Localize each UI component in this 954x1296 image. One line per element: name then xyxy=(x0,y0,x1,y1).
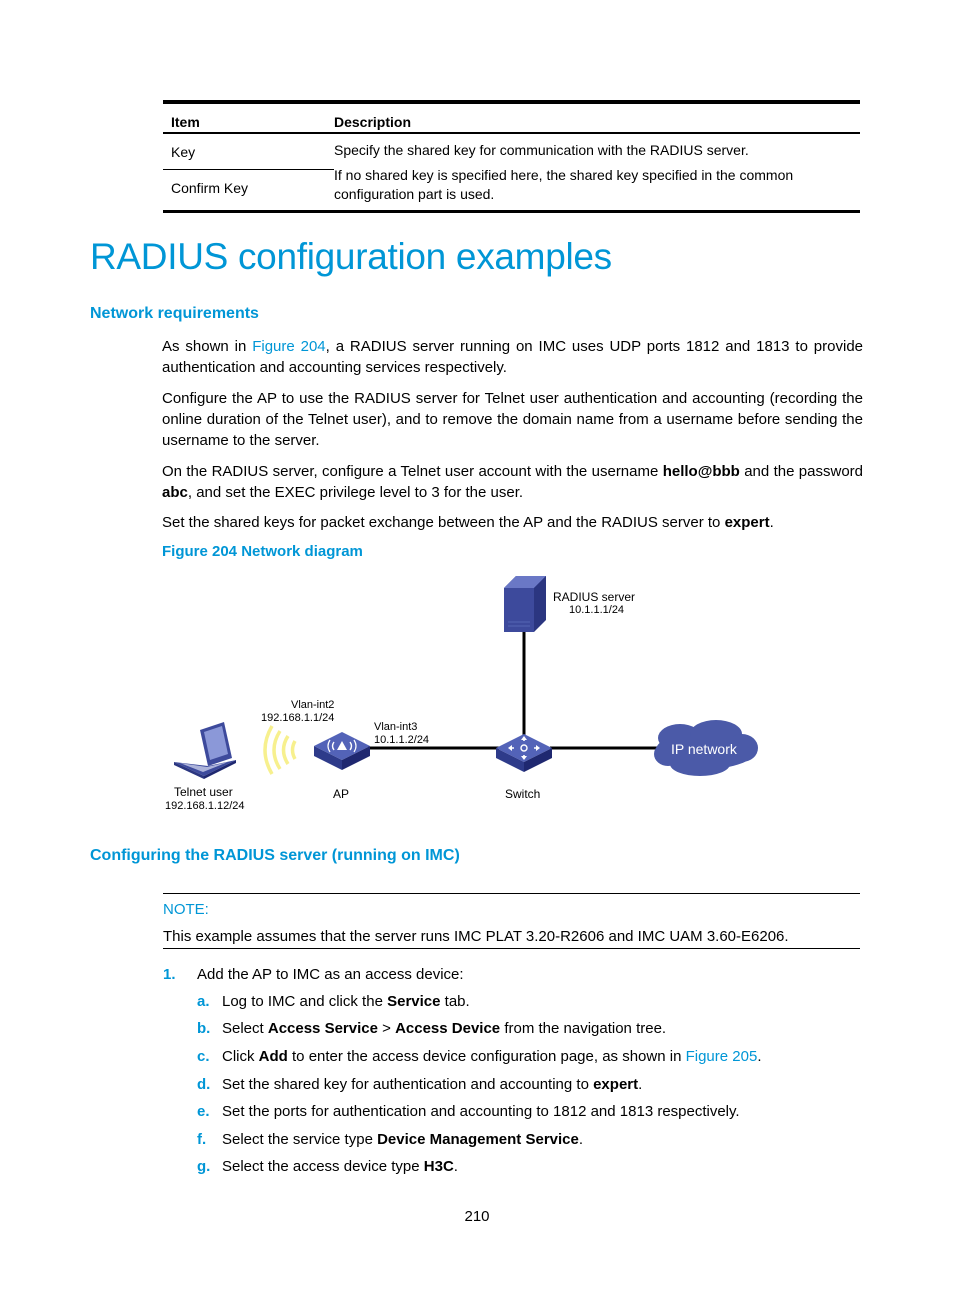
text: As shown in xyxy=(162,338,253,355)
paragraph: As shown in Figure 204, a RADIUS server … xyxy=(162,336,863,378)
table-cell-item: Key xyxy=(163,134,334,170)
ui-term: Service xyxy=(387,993,441,1010)
section-heading-network-requirements: Network requirements xyxy=(90,305,259,322)
substep-letter: c. xyxy=(197,1048,210,1065)
access-point-icon xyxy=(314,732,370,770)
laptop-icon xyxy=(174,722,236,779)
note-label: NOTE: xyxy=(163,901,209,918)
ui-term: expert xyxy=(593,1076,639,1093)
text: . xyxy=(769,514,774,531)
switch-label: Switch xyxy=(505,787,541,801)
step-text: Add the AP to IMC as an access device: xyxy=(197,966,464,983)
table-header-item: Item xyxy=(171,114,200,130)
text: Click xyxy=(222,1048,259,1065)
table-header-description: Description xyxy=(334,114,412,130)
note-text: This example assumes that the server run… xyxy=(163,928,789,945)
figure-caption: Figure 204 Network diagram xyxy=(162,543,363,560)
ui-term: Device Management Service xyxy=(377,1131,579,1148)
ap-label: AP xyxy=(333,787,350,801)
ap-interface-vlan3: Vlan-int3 xyxy=(374,721,418,733)
radius-server-label: RADIUS server xyxy=(553,590,636,604)
ap-interface-vlan2: Vlan-int2 xyxy=(291,699,335,711)
paragraph: Configure the AP to use the RADIUS serve… xyxy=(162,390,863,449)
figure-204-link[interactable]: Figure 204 xyxy=(252,338,325,355)
paragraph: Set the shared keys for packet exchange … xyxy=(162,512,863,533)
text: . xyxy=(453,1158,458,1175)
text: tab. xyxy=(440,993,470,1010)
wireless-signal-icon xyxy=(263,725,297,775)
substep-text: Select Access Service > Access Device fr… xyxy=(222,1020,666,1037)
server-icon xyxy=(504,576,546,632)
text: and the password xyxy=(739,463,864,480)
parameter-table: Item Description Key Confirm Key Specify… xyxy=(163,100,860,213)
page-title: RADIUS configuration examples xyxy=(90,236,612,277)
text: . xyxy=(638,1076,643,1093)
substep-text: Select the service type Device Managemen… xyxy=(222,1131,583,1148)
username-value: hello@bbb xyxy=(662,463,740,480)
text: Select the access device type xyxy=(222,1158,424,1175)
figure-205-link[interactable]: Figure 205 xyxy=(686,1048,758,1065)
text: Select xyxy=(222,1020,268,1037)
telnet-user-ip: 192.168.1.12/24 xyxy=(165,800,245,812)
substep-text: Set the shared key for authentication an… xyxy=(222,1076,642,1093)
text: Set the ports for authentication and acc… xyxy=(222,1103,740,1120)
ui-term: Add xyxy=(258,1048,288,1065)
telnet-user-label: Telnet user xyxy=(174,785,233,799)
text: , and set the EXEC privilege level to 3 … xyxy=(187,484,524,501)
ap-interface-vlan3-ip: 10.1.1.2/24 xyxy=(374,734,430,746)
substep-letter: f. xyxy=(197,1131,207,1148)
ip-network-label: IP network xyxy=(671,741,737,757)
substep-letter: g. xyxy=(197,1158,211,1175)
page-number: 210 xyxy=(464,1208,490,1225)
ap-interface-vlan2-ip: 192.168.1.1/24 xyxy=(261,712,335,724)
substep-text: Set the ports for authentication and acc… xyxy=(222,1103,740,1120)
substep-text: Click Add to enter the access device con… xyxy=(222,1048,761,1065)
table-cell-description: If no shared key is specified here, the … xyxy=(334,167,794,202)
note-bottom-rule xyxy=(163,948,860,949)
ui-term: Access Service xyxy=(267,1020,378,1037)
ui-term: Access Device xyxy=(395,1020,501,1037)
text: Log to IMC and click the xyxy=(222,993,388,1010)
table-cell-description: Specify the shared key for communication… xyxy=(334,142,749,158)
text: to enter the access device configuration… xyxy=(287,1048,686,1065)
ui-term: H3C xyxy=(423,1158,454,1175)
substep-text: Log to IMC and click the Service tab. xyxy=(222,993,470,1010)
step-number: 1. xyxy=(163,966,176,983)
table-header-row: Item Description xyxy=(163,104,860,132)
table-bottom-rule xyxy=(163,210,860,213)
text: Set the shared keys for packet exchange … xyxy=(162,514,725,531)
table-body: Key Confirm Key Specify the shared key f… xyxy=(163,134,860,210)
table-cell-item: Confirm Key xyxy=(171,179,249,196)
radius-server-ip: 10.1.1.1/24 xyxy=(569,604,625,616)
paragraph: On the RADIUS server, configure a Telnet… xyxy=(162,461,863,503)
text: . xyxy=(757,1048,762,1065)
substep-letter: e. xyxy=(197,1103,210,1120)
text: > xyxy=(377,1020,396,1037)
text: Set the shared key for authentication an… xyxy=(222,1076,594,1093)
text: On the RADIUS server, configure a Telnet… xyxy=(162,463,663,480)
text: from the navigation tree. xyxy=(500,1020,667,1037)
switch-icon xyxy=(496,734,552,772)
substep-letter: b. xyxy=(197,1020,211,1037)
section-heading-configuring-radius: Configuring the RADIUS server (running o… xyxy=(90,847,460,864)
shared-key-value: expert xyxy=(724,514,770,531)
note-top-rule xyxy=(163,893,860,894)
text: . xyxy=(578,1131,584,1148)
substep-text: Select the access device type H3C. xyxy=(222,1158,458,1175)
substep-letter: a. xyxy=(197,993,210,1010)
substep-letter: d. xyxy=(197,1076,211,1093)
text: Select the service type xyxy=(222,1131,378,1148)
password-value: abc xyxy=(162,484,188,501)
